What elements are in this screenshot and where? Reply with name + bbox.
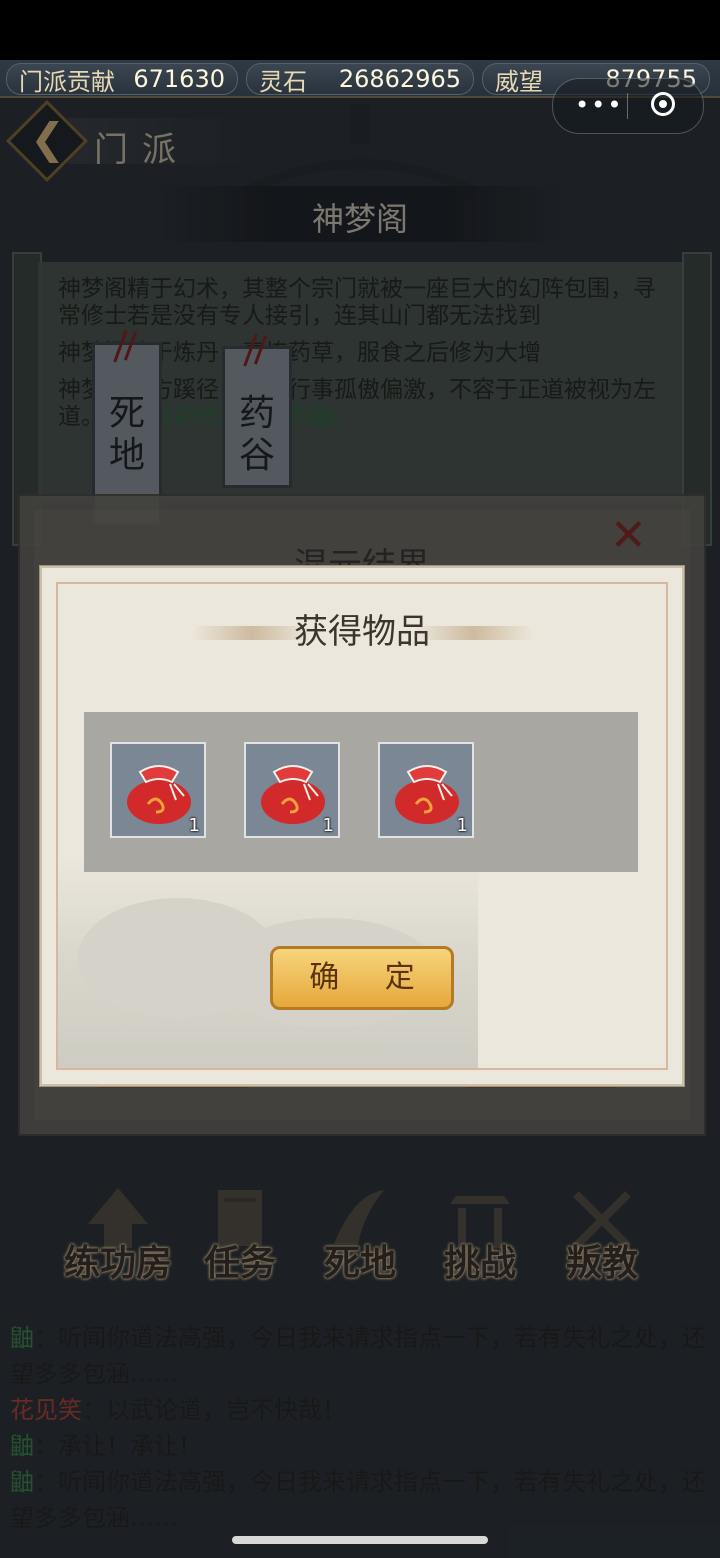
reward-item-slot[interactable]: 1	[244, 742, 340, 838]
item-count: 1	[322, 815, 334, 836]
nav-label: 叛教	[565, 1242, 638, 1284]
resource-sect-contribution: 门派贡献 671630	[6, 63, 238, 96]
nav-challenge[interactable]: 挑战	[420, 1184, 540, 1294]
reward-item-slot[interactable]: 1	[110, 742, 206, 838]
tag-label: 药谷	[238, 393, 275, 476]
reward-items-box: 1 1 1	[84, 712, 638, 872]
log-text: ：以武论道，岂不快哉！	[82, 1396, 346, 1424]
nav-label: 练功房	[63, 1242, 172, 1284]
log-entry: 鼬：听闻你道法高强，今日我来请求指点一下，若有失礼之处，还望多多包涵……	[10, 1320, 710, 1392]
page-title: 门派	[94, 130, 190, 170]
log-entry: 鼬：听闻你道法高强，今日我来请求指点一下，若有失礼之处，还望多多包涵……	[10, 1464, 710, 1536]
resource-spirit-stone: 灵石 26862965	[246, 63, 474, 96]
log-text: ：听闻你道法高强，今日我来请求指点一下，若有失礼之处，还望多多包涵……	[10, 1468, 706, 1532]
home-indicator[interactable]	[232, 1536, 488, 1544]
log-speaker: 鼬	[10, 1468, 34, 1496]
nav-label: 挑战	[443, 1242, 516, 1284]
more-dots-icon[interactable]: •••	[575, 91, 623, 119]
log-speaker: 鼬	[10, 1432, 34, 1460]
log-speaker: 花见笑	[10, 1396, 82, 1424]
reward-item-slot[interactable]: 1	[378, 742, 474, 838]
item-count: 1	[456, 815, 468, 836]
dialog-title: 获得物品	[294, 612, 430, 652]
tag-label: 死地	[108, 393, 145, 476]
confirm-button[interactable]: 确 定	[270, 946, 454, 1010]
nav-training-room[interactable]: 练功房	[58, 1184, 178, 1294]
mini-program-capsule: •••	[552, 78, 704, 134]
resource-value: 26862965	[338, 65, 461, 93]
description-line: 神梦阁精于幻术，其整个宗门就被一座巨大的幻阵包围，寻常修士若是没有专人接引，连其…	[58, 276, 656, 329]
nav-label: 任务	[203, 1242, 276, 1284]
resource-value: 671630	[133, 65, 225, 93]
log-speaker: 鼬	[10, 1324, 34, 1352]
battle-log: 鼬：听闻你道法高强，今日我来请求指点一下，若有失礼之处，还望多多包涵…… 花见笑…	[10, 1320, 710, 1536]
resource-label: 灵石	[259, 67, 307, 96]
nav-betray[interactable]: 叛教	[542, 1184, 662, 1294]
log-entry: 鼬：承让！承让！	[10, 1428, 710, 1464]
log-text: ：听闻你道法高强，今日我来请求指点一下，若有失礼之处，还望多多包涵……	[10, 1324, 706, 1388]
resource-label: 门派贡献	[19, 67, 115, 96]
nav-label: 死地	[323, 1242, 396, 1284]
red-pouch-icon	[261, 765, 325, 824]
nav-tasks[interactable]: 任务	[180, 1184, 300, 1294]
red-pouch-icon	[127, 765, 191, 824]
sect-name: 神梦阁	[311, 200, 408, 238]
item-count: 1	[188, 815, 200, 836]
tag-medicine-valley[interactable]: 药谷	[222, 333, 292, 488]
close-icon[interactable]: ✕	[610, 510, 647, 561]
red-pouch-icon	[395, 765, 459, 824]
target-icon[interactable]	[651, 92, 675, 116]
resource-label: 威望	[495, 67, 543, 96]
log-text: ：承让！承让！	[34, 1432, 202, 1460]
nav-death-ground[interactable]: 死地	[300, 1184, 420, 1294]
system-status-bar	[0, 0, 720, 60]
chevron-left-icon: ❮	[30, 114, 66, 163]
reward-dialog: 获得物品 1 1 1 确 定	[40, 566, 684, 1086]
capsule-divider	[627, 93, 628, 119]
log-entry: 花见笑：以武论道，岂不快哉！	[10, 1392, 710, 1428]
